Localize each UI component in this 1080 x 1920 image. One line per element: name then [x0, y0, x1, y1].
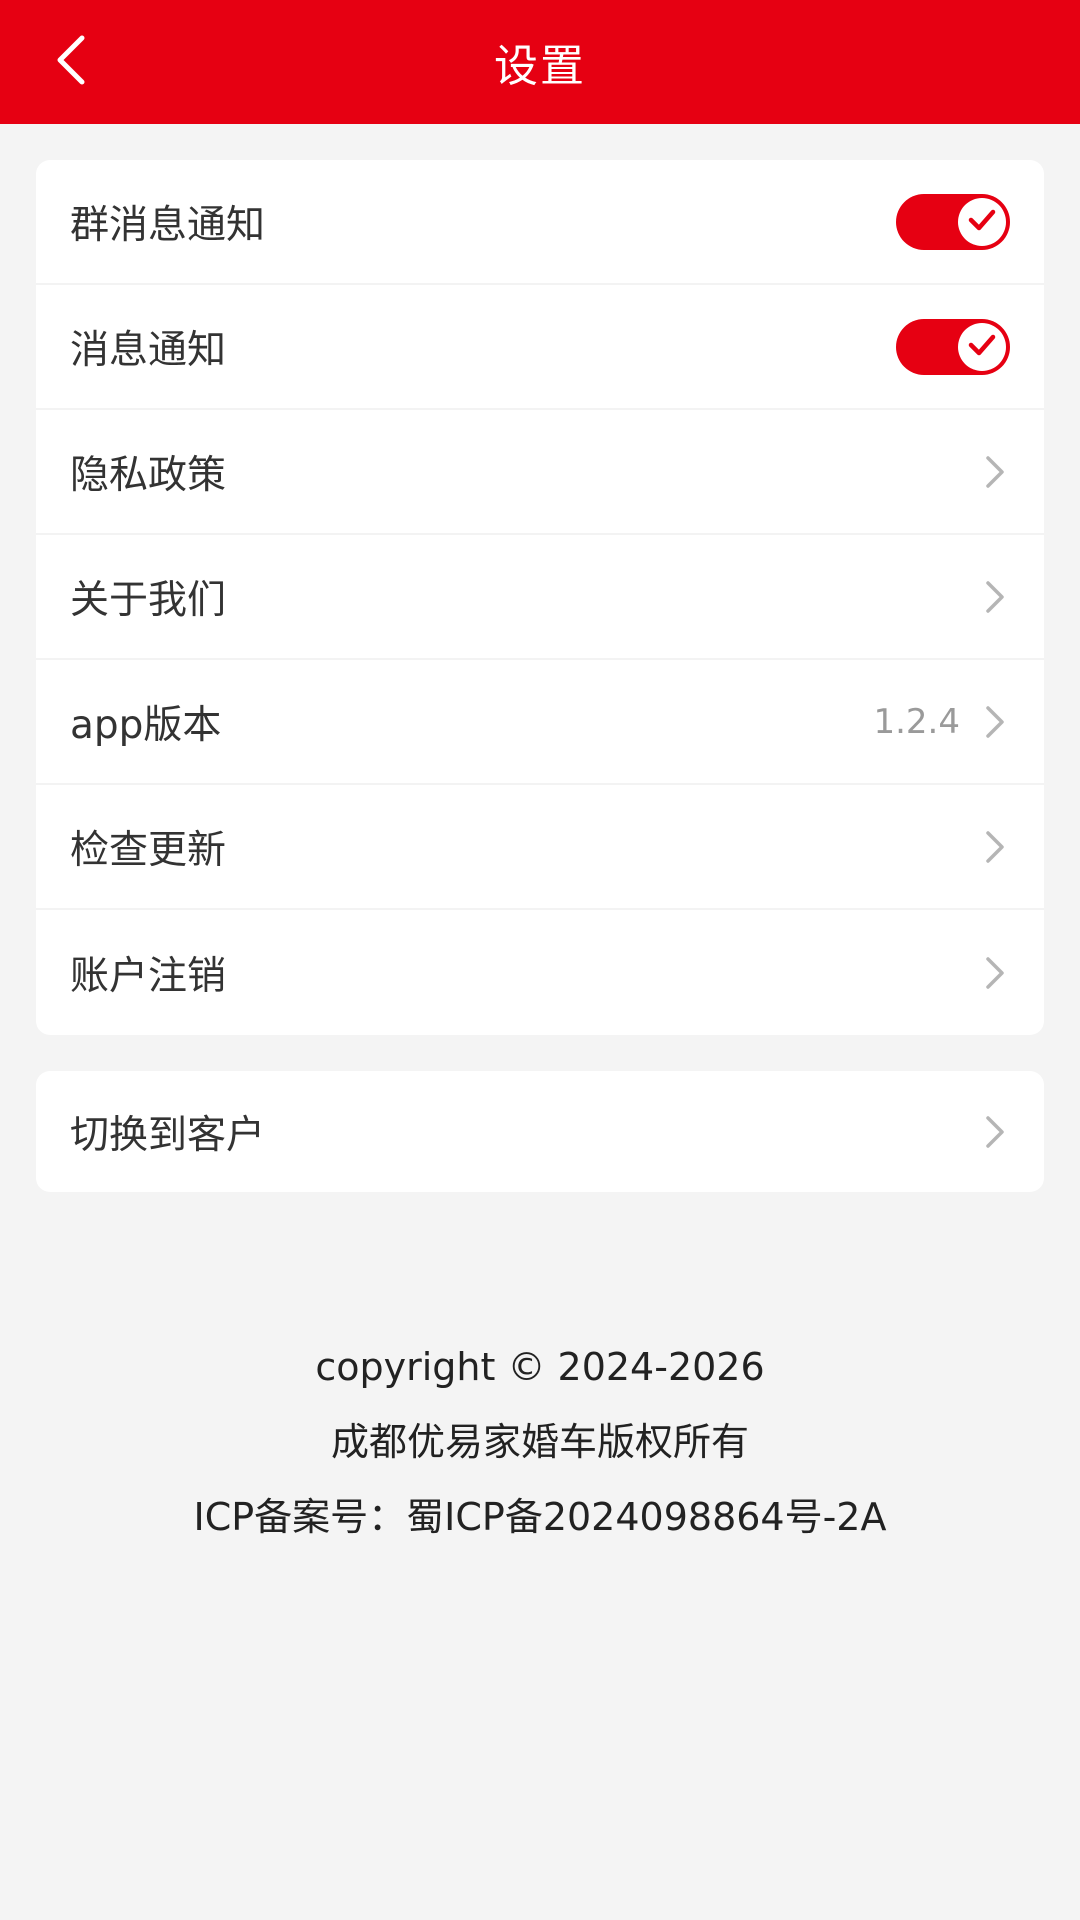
chevron-right-icon — [980, 577, 1010, 617]
check-update-label: 检查更新 — [70, 827, 227, 873]
footer: copyright © 2024-2026 成都优易家婚车版权所有 ICP备案号… — [0, 1330, 1080, 1555]
back-button[interactable] — [30, 22, 110, 102]
app-version-row[interactable]: app版本 1.2.4 — [36, 660, 1044, 785]
settings-card: 群消息通知 消息通知 隐私政策 关于我们 app版本 1.2.4 检查更新 账户… — [36, 160, 1044, 1035]
chevron-right-icon — [980, 827, 1010, 867]
owner-text: 成都优易家婚车版权所有 — [330, 1420, 749, 1464]
account-cancel-label: 账户注销 — [70, 953, 227, 999]
toggle-knob — [958, 322, 1006, 371]
chevron-left-icon — [50, 32, 90, 92]
privacy-policy-label: 隐私政策 — [70, 452, 227, 498]
about-us-label: 关于我们 — [70, 577, 227, 623]
app-version-label: app版本 — [70, 702, 222, 748]
copyright-text: copyright © 2024-2026 — [315, 1345, 765, 1389]
check-icon — [965, 203, 999, 241]
group-notification-label: 群消息通知 — [70, 202, 266, 248]
switch-to-customer-row[interactable]: 切换到客户 — [36, 1071, 1044, 1192]
switch-role-card: 切换到客户 — [36, 1071, 1044, 1192]
chevron-right-icon — [980, 1112, 1010, 1152]
check-update-row[interactable]: 检查更新 — [36, 785, 1044, 910]
about-us-row[interactable]: 关于我们 — [36, 535, 1044, 660]
app-version-value: 1.2.4 — [873, 701, 960, 742]
group-notification-toggle[interactable] — [896, 193, 1010, 250]
message-notification-label: 消息通知 — [70, 327, 227, 373]
switch-to-customer-label: 切换到客户 — [70, 1112, 266, 1158]
privacy-policy-row[interactable]: 隐私政策 — [36, 410, 1044, 535]
group-notification-row: 群消息通知 — [36, 160, 1044, 285]
icp-text: ICP备案号：蜀ICP备2024098864号-2A — [193, 1495, 887, 1539]
chevron-right-icon — [980, 953, 1010, 993]
page-title: 设置 — [494, 41, 586, 92]
check-icon — [965, 328, 999, 366]
message-notification-row: 消息通知 — [36, 285, 1044, 410]
toggle-knob — [958, 197, 1006, 246]
top-app-bar: 设置 — [0, 0, 1080, 124]
chevron-right-icon — [980, 452, 1010, 492]
account-cancel-row[interactable]: 账户注销 — [36, 910, 1044, 1035]
message-notification-toggle[interactable] — [896, 318, 1010, 375]
chevron-right-icon — [980, 702, 1010, 742]
